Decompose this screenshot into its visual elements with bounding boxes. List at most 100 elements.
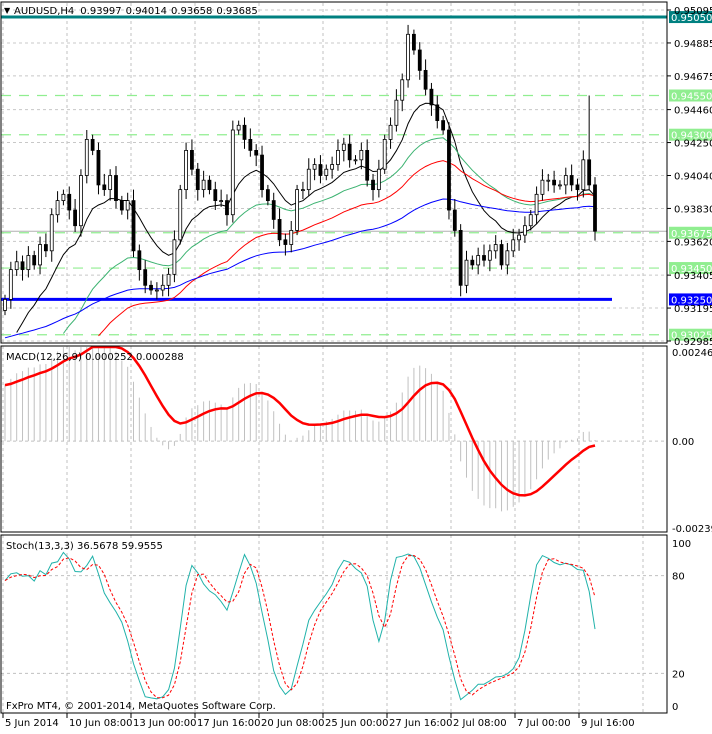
price-tick-label: 0.94460 [674,106,712,117]
candle-body [441,120,446,131]
candle-body [184,150,188,191]
time-tick-label: 25 Jun 00:00 [325,718,389,729]
candle-body [365,150,370,181]
stoch-signal-line [4,554,596,699]
candle-body [493,244,498,252]
candle-body [452,209,457,231]
horizontal-levels[interactable]: 0.950500.945500.943000.936750.934500.932… [1,11,712,342]
macd-label: MACD(12,26,9) 0.000252 0.000288 [6,352,184,363]
price-tick-label: 0.92985 [674,337,712,348]
price-tick-label: 0.93830 [674,204,712,215]
candle-body [242,124,247,140]
candle-body [207,179,212,191]
candle-body [14,261,19,271]
candle-body [236,124,241,131]
candle-body [412,33,416,51]
candle-body [575,184,580,191]
candle-body [230,129,235,216]
candle-body [318,164,323,176]
candle-body [32,255,37,266]
macd-tick-label: 0.00 [672,437,694,448]
candle-body [160,284,165,291]
candle-body [67,193,72,211]
candle-body [558,184,562,187]
candle-body [464,259,469,286]
candle-body [43,244,48,252]
time-tick-label: 13 Jun 00:00 [133,718,197,729]
candle-body [219,200,224,202]
candle-body [201,179,206,191]
price-chart[interactable]: 0.950500.945500.943000.936750.934500.932… [0,0,712,730]
candle-body [49,214,54,252]
candle-body [546,179,551,182]
candle-body [388,124,393,140]
time-tick-label: 5 Jun 2014 [5,718,59,729]
price-tick-label: 0.93620 [674,237,712,248]
dropdown-triangle-icon[interactable]: ▼ [4,6,11,15]
candle-body [517,234,521,241]
candle-body [312,164,317,170]
candle-body [528,214,533,227]
close-value: 0.93685 [216,6,257,17]
open-value: 0.93997 [80,6,121,17]
candle-body [359,150,364,161]
stochastic-panel: 100 80 20 0 [1,539,691,713]
price-tick-label: 0.94885 [674,39,712,50]
candle-body [301,189,305,192]
candle-body [382,139,387,170]
candle-body [131,200,136,252]
candle-body [593,184,597,232]
candle-body [534,193,539,216]
chart-header: ▼ AUDUSD,H4 0.93997 0.94014 0.93658 0.93685 [4,6,258,17]
candle-body [277,219,282,241]
candle-body [154,289,159,292]
level-price-label: 0.94550 [671,91,712,102]
stoch-tick-label: 100 [672,539,691,550]
candle-body [417,49,422,71]
candle-body [254,150,259,156]
candle-body [178,189,183,241]
candle-body [195,168,200,191]
time-tick-label: 10 Jun 08:00 [69,718,133,729]
candle-body [271,200,276,220]
candle-body [341,143,346,151]
candle-body [511,239,516,252]
time-tick-label: 20 Jun 08:00 [261,718,325,729]
price-tick-label: 0.93195 [674,304,712,315]
price-tick-label: 0.94250 [674,139,712,150]
high-value: 0.94014 [126,6,167,17]
candle-body [108,175,113,191]
candle-body [190,150,194,170]
candle-body [289,230,294,245]
candle-body [125,200,130,211]
candle-body [347,143,352,161]
macd-panel: 0.002463 0.00 -0.002399 [1,345,712,535]
candle-body [102,184,107,191]
candle-body [8,269,13,300]
candle-body [458,230,463,286]
candle-body [336,150,340,165]
time-tick-label: 2 Jul 08:00 [453,718,507,729]
candle-body [137,250,142,271]
time-axis: 5 Jun 2014 10 Jun 08:00 13 Jun 00:00 17 Jun… [2,713,635,729]
candle-body [523,225,527,236]
low-value: 0.93658 [171,6,212,17]
candle-body [248,139,253,151]
svg-text:AUDUSD,H40.939970.940140.93658: AUDUSD,H4 0.93997 0.94014 0.93658 0.93685 [14,6,258,17]
candle-body [429,88,434,106]
time-tick-label: 17 Jun 16:00 [197,718,261,729]
candle-body [353,159,358,162]
main-panel-border [0,1,668,344]
candle-body [330,164,335,170]
candle-body [447,129,451,211]
candles [3,24,597,316]
candle-body [505,250,510,266]
stoch-panel-border [0,534,668,714]
candle-body [20,261,25,271]
candle-body [587,159,592,186]
candle-body [306,168,311,191]
macd-tick-label: -0.002399 [672,524,712,535]
candle-body [149,284,153,291]
candle-body [55,200,60,216]
candle-body [114,175,118,201]
